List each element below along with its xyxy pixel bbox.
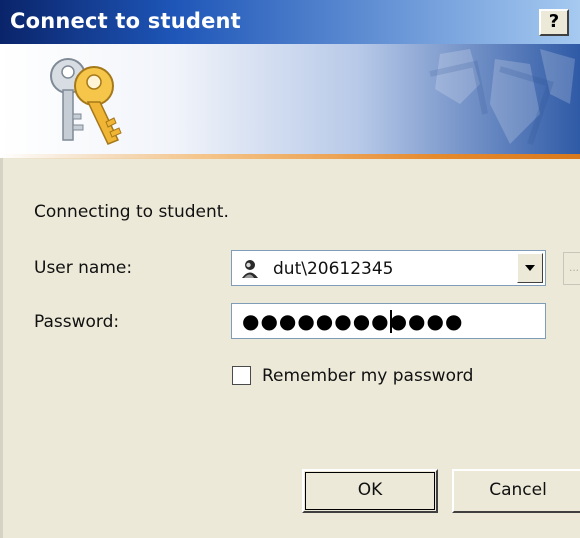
browse-accounts-button[interactable]: ...	[563, 252, 580, 285]
user-name-combobox[interactable]: dut\20612345	[231, 250, 546, 286]
banner-watermark-icon	[429, 49, 575, 145]
dialog-edge	[0, 158, 3, 538]
user-account-icon	[240, 258, 260, 278]
password-masked-value: ●●●●●●●●●●●●	[242, 309, 464, 333]
remember-password-checkbox[interactable]	[232, 366, 251, 385]
user-name-label: User name:	[34, 258, 133, 278]
cancel-button[interactable]: Cancel	[452, 469, 580, 513]
remember-password-label[interactable]: Remember my password	[262, 366, 473, 386]
window-title: Connect to student	[10, 9, 241, 33]
keys-icon	[50, 58, 122, 145]
banner-accent-stripe	[0, 154, 580, 159]
chevron-down-icon	[525, 265, 535, 271]
text-caret	[390, 310, 392, 333]
dropdown-arrow-button[interactable]	[517, 253, 543, 283]
password-field[interactable]: ●●●●●●●●●●●●	[231, 303, 546, 339]
password-label: Password:	[34, 312, 120, 332]
help-button[interactable]: ?	[539, 9, 569, 36]
ok-button[interactable]: OK	[302, 469, 438, 513]
user-name-value: dut\20612345	[273, 259, 394, 279]
title-bar[interactable]: Connect to student ?	[0, 0, 580, 44]
connect-dialog: Connect to student ? Connecting to stude…	[0, 0, 580, 538]
status-message: Connecting to student.	[34, 202, 229, 222]
